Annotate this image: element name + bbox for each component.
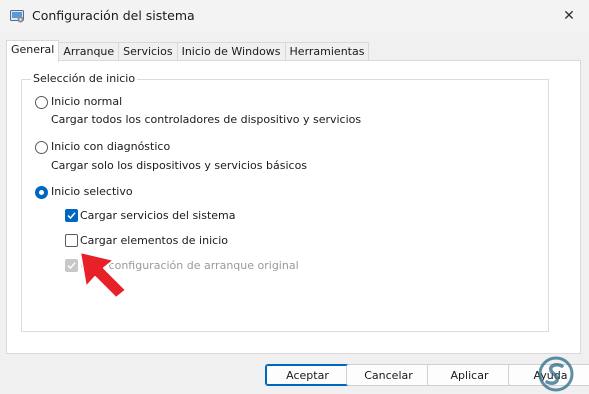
load-startup-items-checkbox[interactable] (65, 234, 78, 247)
selective-startup-radio[interactable] (35, 186, 48, 199)
tab-strip: General Arranque Servicios Inicio de Win… (6, 40, 370, 62)
system-config-icon (10, 10, 24, 23)
diagnostic-startup-label[interactable]: Inicio con diagnóstico (51, 140, 170, 153)
red-arrow-pointer-icon (79, 251, 127, 299)
accept-button[interactable]: Aceptar (265, 364, 350, 386)
cancel-button[interactable]: Cancelar (346, 364, 431, 386)
selective-startup-label[interactable]: Inicio selectivo (51, 185, 133, 198)
close-button[interactable]: ✕ (549, 0, 589, 32)
close-icon: ✕ (563, 8, 575, 24)
window-title: Configuración del sistema (32, 8, 195, 23)
normal-startup-description: Cargar todos los controladores de dispos… (51, 113, 362, 126)
apply-button[interactable]: Aplicar (427, 364, 512, 386)
title-bar: Configuración del sistema ✕ (0, 0, 589, 32)
tab-arranque[interactable]: Arranque (58, 42, 120, 61)
diagnostic-startup-radio[interactable] (35, 141, 48, 154)
diagnostic-startup-description: Cargar solo los dispositivos y servicios… (51, 159, 308, 172)
tab-general[interactable]: General (6, 40, 60, 62)
tab-herramientas[interactable]: Herramientas (284, 42, 370, 61)
watermark-logo-icon (538, 356, 574, 392)
startup-selection-legend: Selección de inicio (31, 72, 138, 85)
normal-startup-label[interactable]: Inicio normal (51, 95, 122, 108)
load-system-services-label[interactable]: Cargar servicios del sistema (80, 209, 236, 222)
normal-startup-radio[interactable] (35, 96, 48, 109)
tab-servicios[interactable]: Servicios (118, 42, 178, 61)
tab-inicio-de-windows[interactable]: Inicio de Windows (176, 42, 286, 61)
load-startup-items-label[interactable]: Cargar elementos de inicio (80, 234, 228, 247)
checkmark-icon (67, 212, 76, 220)
load-system-services-checkbox[interactable] (65, 209, 78, 222)
general-tab-panel: Selección de inicio Inicio normal Cargar… (6, 60, 581, 354)
